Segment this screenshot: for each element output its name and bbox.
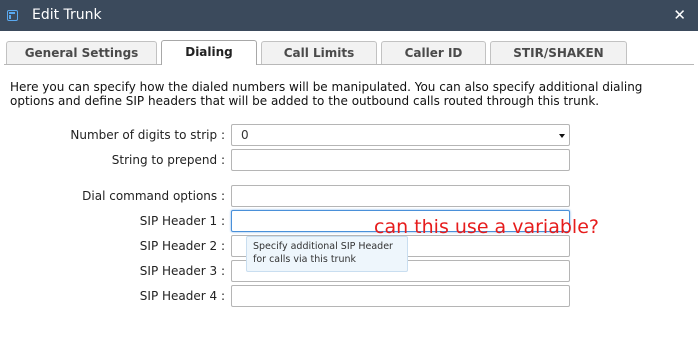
sip-header-3-label: SIP Header 3 : [139, 264, 225, 278]
sip-header-1-label: SIP Header 1 : [139, 214, 225, 228]
close-icon[interactable]: ✕ [673, 6, 686, 24]
window-icon [7, 10, 18, 21]
dial-options-input[interactable] [231, 185, 570, 207]
prepend-label: String to prepend : [111, 153, 225, 167]
sip-header-2-label: SIP Header 2 : [139, 239, 225, 253]
intro-text: Here you can specify how the dialed numb… [10, 80, 643, 108]
sip-header-tooltip: Specify additional SIP Header for calls … [246, 236, 408, 272]
dial-options-label: Dial command options : [82, 189, 225, 203]
annotation-note: can this use a variable? [374, 216, 599, 238]
digits-strip-label: Number of digits to strip : [70, 128, 225, 142]
sip-header-4-label: SIP Header 4 : [139, 289, 225, 303]
tab-general-settings[interactable]: General Settings [6, 41, 157, 64]
sip-header-4-input[interactable] [231, 285, 570, 307]
tab-caller-id[interactable]: Caller ID [381, 41, 486, 64]
tab-divider [4, 64, 694, 65]
tab-call-limits[interactable]: Call Limits [261, 41, 377, 64]
digits-strip-value: 0 [241, 128, 249, 142]
chevron-down-icon[interactable] [559, 134, 565, 138]
tab-dialing[interactable]: Dialing [161, 40, 257, 65]
dialog-title: Edit Trunk [32, 7, 102, 23]
digits-strip-select[interactable]: 0 [231, 124, 570, 146]
prepend-input[interactable] [231, 149, 570, 171]
dialog-titlebar: Edit Trunk ✕ [0, 0, 698, 31]
tab-stir-shaken[interactable]: STIR/SHAKEN [490, 41, 627, 64]
